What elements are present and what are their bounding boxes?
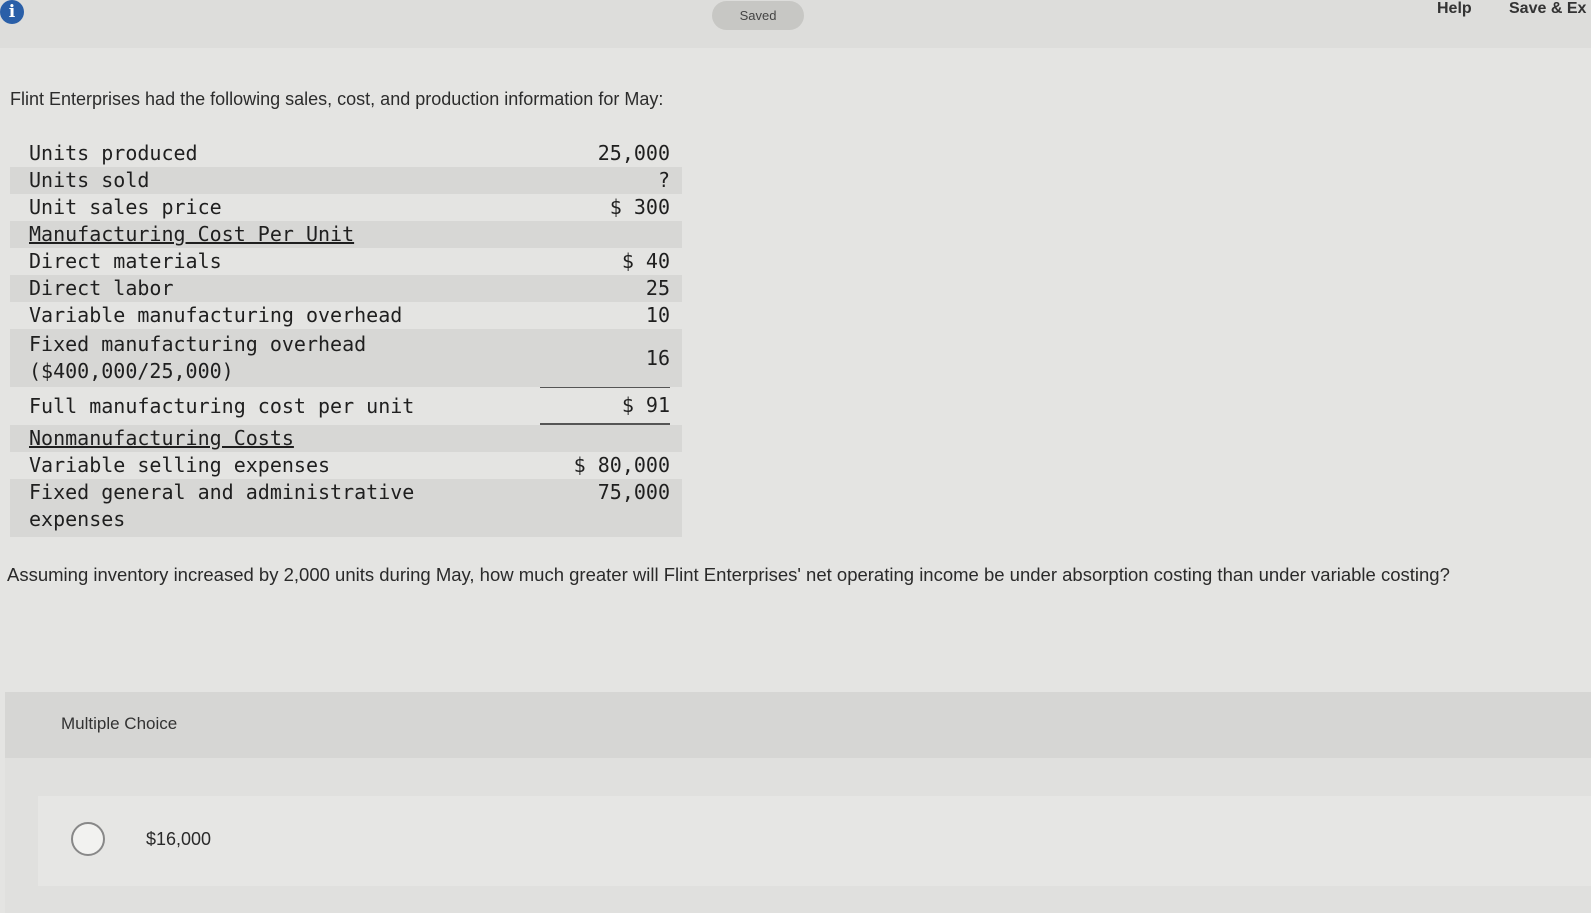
multiple-choice-options: $16,000 xyxy=(5,758,1591,913)
table-row: Variable manufacturing overhead 10 xyxy=(10,302,682,329)
table-row: Direct labor 25 xyxy=(10,275,682,302)
row-value: $ 300 xyxy=(609,195,670,219)
saved-status-badge: Saved xyxy=(712,1,804,30)
multiple-choice-header: Multiple Choice xyxy=(5,692,1591,758)
cost-data-table: Units produced 25,000 Units sold ? Unit … xyxy=(10,140,682,537)
section-heading-label: Nonmanufacturing Costs xyxy=(29,426,294,450)
table-row: Unit sales price $ 300 xyxy=(10,194,682,221)
row-value: 10 xyxy=(645,303,670,327)
table-row: Fixed general and administrative expense… xyxy=(10,479,682,537)
row-value: $ 91 xyxy=(540,387,670,425)
row-label: Variable selling expenses xyxy=(29,453,331,477)
help-link[interactable]: Help xyxy=(1437,0,1472,18)
table-section-heading: Manufacturing Cost Per Unit xyxy=(10,221,682,248)
row-value: 25,000 xyxy=(597,141,670,165)
info-icon[interactable]: i xyxy=(0,0,24,24)
row-label: Unit sales price xyxy=(29,195,222,219)
top-bar: i Saved Help Save & Ex xyxy=(0,0,1591,48)
table-row: Units produced 25,000 xyxy=(10,140,682,167)
table-row: Variable selling expenses $ 80,000 xyxy=(10,452,682,479)
radio-button[interactable] xyxy=(71,822,105,856)
table-row: Units sold ? xyxy=(10,167,682,194)
answer-option-label: $16,000 xyxy=(146,829,212,849)
row-label: Fixed general and administrative expense… xyxy=(29,480,415,531)
answer-option[interactable]: $16,000 xyxy=(38,796,1591,886)
question-text: Assuming inventory increased by 2,000 un… xyxy=(7,564,1450,585)
row-value: 16 xyxy=(645,345,670,370)
row-value: $ 80,000 xyxy=(573,453,670,477)
table-row: Direct materials $ 40 xyxy=(10,248,682,275)
multiple-choice-label: Multiple Choice xyxy=(61,714,178,733)
row-value: ? xyxy=(657,168,670,192)
row-label: Fixed manufacturing overhead ($400,000/2… xyxy=(29,332,367,383)
row-value: 25 xyxy=(645,276,670,300)
table-total-row: Full manufacturing cost per unit $ 91 xyxy=(10,387,682,425)
row-label: Variable manufacturing overhead xyxy=(29,303,403,327)
row-label: Full manufacturing cost per unit xyxy=(29,393,415,418)
section-heading-label: Manufacturing Cost Per Unit xyxy=(29,222,355,246)
table-section-heading: Nonmanufacturing Costs xyxy=(10,425,682,452)
row-label: Direct labor xyxy=(29,276,174,300)
save-exit-button[interactable]: Save & Ex xyxy=(1509,0,1586,18)
row-label: Units produced xyxy=(29,141,198,165)
row-value: 75,000 xyxy=(597,480,670,504)
problem-intro: Flint Enterprises had the following sale… xyxy=(10,89,664,109)
table-row: Fixed manufacturing overhead ($400,000/2… xyxy=(10,329,682,387)
row-value: $ 40 xyxy=(621,249,670,273)
row-label: Direct materials xyxy=(29,249,222,273)
row-label: Units sold xyxy=(29,168,150,192)
